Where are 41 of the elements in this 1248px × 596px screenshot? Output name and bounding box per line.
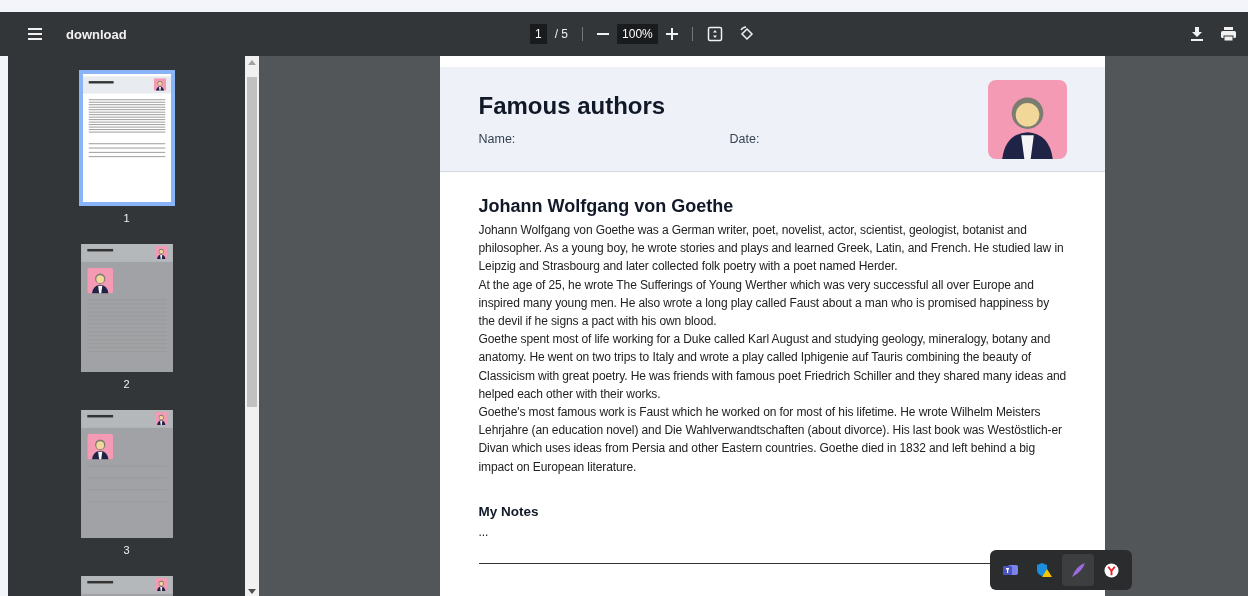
- menu-icon: [28, 28, 42, 40]
- browser-icon: [1103, 562, 1119, 578]
- document-title: download: [66, 26, 127, 42]
- team-chat-icon: [1002, 563, 1019, 577]
- zoom-in-button[interactable]: [665, 28, 678, 40]
- download-button[interactable]: [1191, 27, 1203, 41]
- page-number: 3: [123, 544, 130, 556]
- page-number-field[interactable]: 1: [530, 24, 547, 44]
- page-total: / 5: [554, 27, 569, 41]
- paragraph: Johann Wolfgang von Goethe was a German writer, poet, novelist, actor, scientist, geologist, botanist and philosopher. As a young boy, he wrote stories and plays and learned Greek, Latin, and French. He studied law in Leipzig and Strasbourg and later collected folk poetry with a poet named Herder.: [478, 222, 1065, 276]
- minus-icon: [597, 33, 610, 35]
- worksheet-title: Famous authors: [478, 92, 667, 120]
- menu-button[interactable]: [28, 28, 42, 40]
- page-number: 1: [123, 212, 130, 224]
- scroll-down-icon: [248, 589, 256, 594]
- page-number: 2: [123, 378, 130, 390]
- page-thumbnail[interactable]: [80, 410, 173, 538]
- paragraph: Goethe spent most of life working for a Duke called Karl August and studying geology, mineralogy, botany and anatomy. He went on two trips to Italy and wrote a play called Iphigenie auf Tauris combining the beauty of Classicism with great poetry. He was friends with famous poet Friedrich Schiller and they shared many ideas and helped each other with their works.: [478, 331, 1067, 403]
- scroll-thumb[interactable]: [247, 77, 257, 407]
- page-thumbnail[interactable]: [80, 244, 173, 372]
- rotate-icon: [738, 26, 755, 42]
- zoom-field[interactable]: 100%: [617, 24, 658, 44]
- scroll-up-icon: [248, 60, 256, 65]
- printer-icon: [1221, 27, 1236, 41]
- feather-icon: [1069, 562, 1086, 578]
- rotate-button[interactable]: [738, 26, 755, 42]
- shield-warning-icon: [1036, 562, 1053, 578]
- paragraph: Goethe's most famous work is Faust which he worked on for most of his lifetime. He wrote Wilhelm Meisters Lehrjahre (an education novel) and Die Wahlverwandtschaften (about divorce). His last book was Westöstlich-er Divan which uses ideas from Persia and other Eastern countries. Goethe died in 1832 and left behind a big impact on European literature.: [478, 404, 1063, 476]
- notes-text: ...: [478, 523, 490, 541]
- fit-page-icon: [706, 26, 723, 42]
- fit-page-button[interactable]: [706, 26, 723, 42]
- scrollbar[interactable]: [245, 56, 259, 596]
- page-thumbnail[interactable]: [78, 70, 175, 206]
- print-button[interactable]: [1221, 27, 1236, 41]
- date-label: Date:: [729, 132, 760, 146]
- plus-icon: [665, 28, 678, 40]
- download-icon: [1191, 27, 1203, 41]
- name-label: Name:: [478, 132, 517, 146]
- notes-heading: My Notes: [478, 503, 540, 519]
- paragraph: At the age of 25, he wrote The Sufferings of Young Werther which was very successful all over Europe and inspired many young men. He also wrote a long play called Faust about a man who is promised happiness by the devil if he signs a pact with his own blood.: [478, 276, 1051, 330]
- section-heading: Johann Wolfgang von Goethe: [478, 196, 735, 217]
